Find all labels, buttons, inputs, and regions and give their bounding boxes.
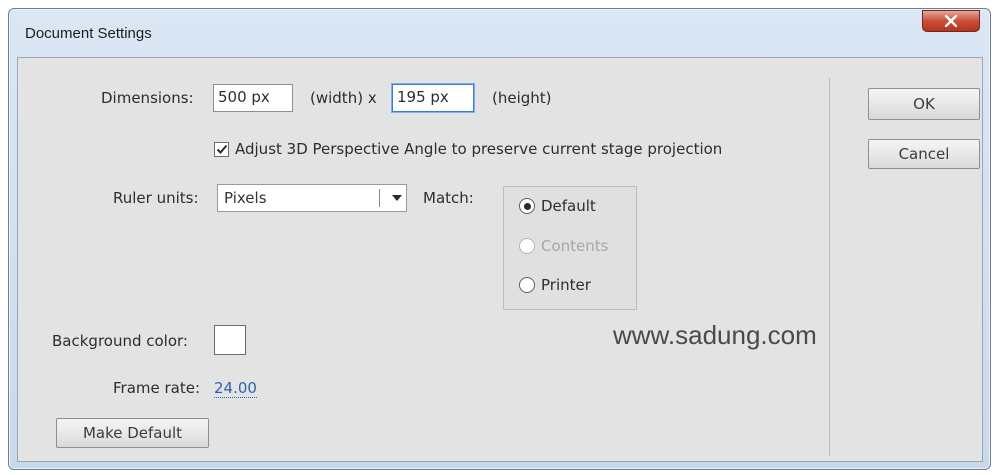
perspective-label: Adjust 3D Perspective Angle to preserve … — [235, 140, 723, 158]
close-x-icon — [945, 15, 957, 27]
watermark-text: www.sadung.com — [613, 320, 817, 350]
width-suffix-label: (width) x — [310, 89, 377, 107]
checkmark-icon — [216, 144, 227, 154]
radio-printer[interactable]: Printer — [519, 276, 591, 294]
dialog-content: Dimensions: 500 px (width) x 195 px (hei… — [17, 57, 983, 462]
radio-default-label: Default — [541, 197, 596, 215]
radio-default-button[interactable] — [519, 198, 535, 214]
select-divider — [379, 189, 380, 207]
document-settings-dialog: Document Settings Dimensions: 500 px (wi… — [8, 8, 991, 470]
ruler-units-value: Pixels — [224, 189, 267, 207]
background-color-label: Background color: — [52, 332, 188, 350]
match-label: Match: — [423, 189, 474, 207]
title-bar[interactable]: Document Settings — [9, 9, 990, 55]
ruler-units-select[interactable]: Pixels — [217, 184, 407, 212]
frame-rate-label: Frame rate: — [113, 379, 201, 397]
perspective-checkbox-row[interactable]: Adjust 3D Perspective Angle to preserve … — [214, 140, 722, 158]
vertical-divider — [829, 78, 830, 456]
radio-contents-label: Contents — [541, 237, 609, 255]
height-input[interactable]: 195 px — [392, 84, 474, 112]
dropdown-arrow-icon[interactable] — [388, 195, 406, 201]
dialog-title: Document Settings — [25, 25, 152, 42]
background-color-swatch[interactable] — [214, 325, 246, 355]
perspective-checkbox[interactable] — [214, 141, 229, 157]
radio-printer-button[interactable] — [519, 277, 535, 293]
ok-button[interactable]: OK — [868, 88, 980, 120]
radio-contents-button — [519, 238, 535, 254]
match-radio-group: Default Contents Printer — [503, 186, 637, 310]
dimensions-label: Dimensions: — [101, 89, 194, 107]
radio-default[interactable]: Default — [519, 197, 596, 215]
height-suffix-label: (height) — [492, 89, 552, 107]
width-input[interactable]: 500 px — [213, 84, 293, 112]
ruler-units-label: Ruler units: — [113, 189, 199, 207]
radio-contents: Contents — [519, 237, 608, 255]
cancel-button[interactable]: Cancel — [868, 139, 980, 169]
radio-selected-dot — [523, 202, 531, 210]
close-button[interactable] — [922, 10, 980, 32]
make-default-button[interactable]: Make Default — [56, 418, 209, 448]
frame-rate-value[interactable]: 24.00 — [214, 379, 257, 398]
radio-printer-label: Printer — [541, 276, 591, 294]
